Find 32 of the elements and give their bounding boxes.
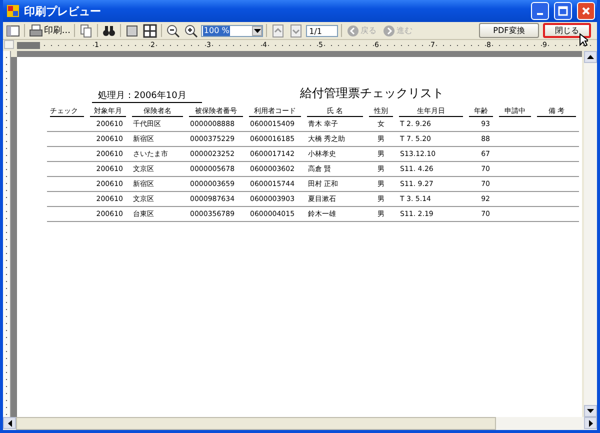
pdf-button[interactable]: PDF変換: [478, 23, 539, 38]
window-title: 印刷プレビュー: [24, 4, 101, 18]
minimize-button[interactable]: [531, 2, 549, 20]
period-label: 処理月：2006年10月: [92, 91, 202, 103]
window-icon: [6, 4, 20, 18]
zoom-in-icon[interactable]: [182, 23, 199, 38]
single-page-icon[interactable]: [124, 23, 140, 38]
ruler-margin: [17, 42, 40, 49]
cursor-icon: [579, 33, 588, 47]
horizontal-scrollbar[interactable]: [3, 417, 597, 430]
ruler-corner: [4, 40, 14, 49]
close-icon: [581, 6, 591, 16]
page-field[interactable]: 1/1: [306, 24, 338, 36]
close-preview-button[interactable]: 閉じる: [542, 23, 591, 38]
report-title: 給付管理票チェックリスト: [300, 85, 444, 102]
left-arrow-icon: [8, 420, 12, 426]
up-arrow-icon: [587, 55, 594, 59]
vertical-scrollbar[interactable]: [584, 51, 597, 417]
close-button[interactable]: [577, 2, 595, 20]
maximize-button[interactable]: [554, 2, 572, 20]
binoculars-icon[interactable]: [101, 23, 118, 38]
print-button[interactable]: 印刷...: [28, 23, 72, 38]
right-arrow-icon: [588, 420, 592, 426]
printer-icon: [28, 24, 43, 38]
zoom-dropdown[interactable]: 100 %: [200, 24, 264, 36]
zoom-out-icon[interactable]: [164, 23, 181, 38]
dropdown-arrow-icon: [254, 28, 261, 32]
down-arrow-icon: [587, 409, 594, 413]
copy-icon[interactable]: [78, 23, 94, 38]
multi-page-icon[interactable]: [142, 23, 158, 38]
sidebar-icon[interactable]: [5, 23, 21, 38]
maximize-icon: [558, 6, 568, 16]
